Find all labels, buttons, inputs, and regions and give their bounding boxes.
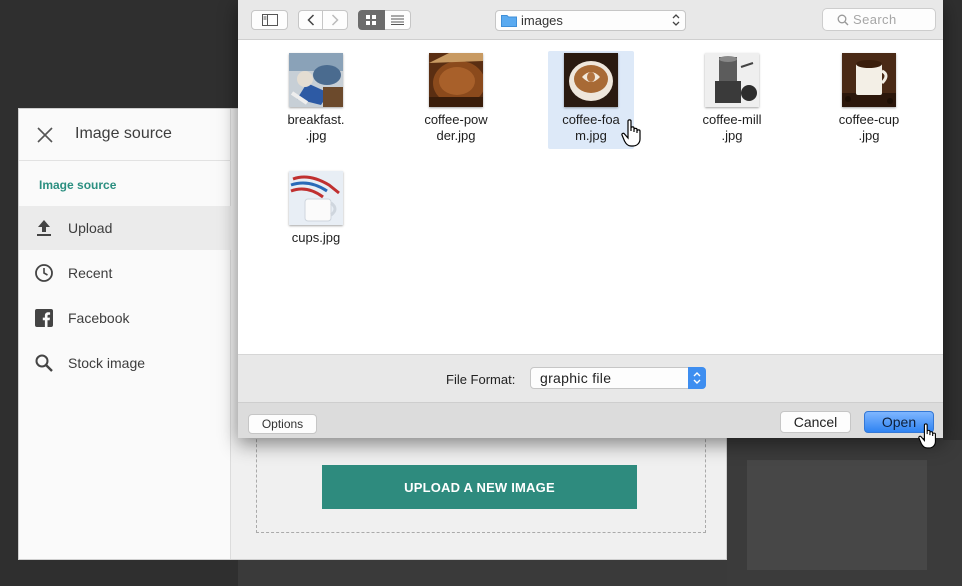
search-icon	[32, 351, 56, 375]
icon-view-button[interactable]	[358, 10, 385, 30]
close-icon[interactable]	[35, 125, 55, 145]
upload-icon	[32, 216, 56, 240]
file-name: coffee-foa m.jpg	[562, 112, 620, 143]
grid-icon	[366, 14, 376, 25]
location-popup[interactable]: images	[495, 10, 686, 31]
dialog-button-bar: Options Cancel Open	[238, 402, 943, 449]
cancel-button[interactable]: Cancel	[780, 411, 851, 433]
file-name: coffee-cup .jpg	[838, 112, 900, 143]
file-open-dialog: images Search breakfast. .jpg coffee-pow d…	[238, 0, 943, 449]
file-name: coffee-mill .jpg	[702, 112, 762, 143]
file-name: coffee-pow der.jpg	[424, 112, 488, 143]
file-thumbnail	[429, 53, 483, 107]
file-thumbnail	[705, 53, 759, 107]
file-thumbnail	[842, 53, 896, 107]
dialog-toolbar: images Search	[238, 0, 943, 40]
image-source-sidebar: Image source Image source Upload Recent …	[19, 109, 231, 559]
sidebar-item-upload[interactable]: Upload	[19, 206, 231, 250]
updown-chevron-icon	[688, 367, 706, 389]
sidebar-item-label: Facebook	[68, 310, 130, 326]
clock-icon	[32, 261, 56, 285]
file-format-bar: File Format: graphic file	[238, 354, 943, 402]
chevron-left-icon	[306, 14, 314, 26]
backdrop-lower	[727, 440, 962, 586]
forward-button[interactable]	[323, 10, 348, 30]
back-button[interactable]	[298, 10, 323, 30]
sidebar-item-recent[interactable]: Recent	[19, 251, 231, 295]
sidebar-toggle-button[interactable]	[251, 10, 288, 30]
file-name: cups.jpg	[291, 230, 341, 245]
file-thumbnail	[289, 53, 343, 107]
location-name: images	[521, 13, 563, 28]
file-format-select[interactable]: graphic file	[530, 367, 706, 389]
panel-title: Image source	[75, 125, 172, 142]
file-item[interactable]: coffee-mill .jpg	[688, 53, 776, 145]
options-button[interactable]: Options	[248, 414, 317, 434]
list-icon	[391, 15, 404, 25]
file-item[interactable]: coffee-cup .jpg	[825, 53, 913, 145]
search-icon	[837, 14, 849, 25]
search-field[interactable]: Search	[822, 8, 936, 31]
list-view-button[interactable]	[385, 10, 411, 30]
search-placeholder: Search	[853, 12, 897, 27]
upload-new-image-button[interactable]: UPLOAD A NEW IMAGE	[322, 465, 637, 509]
sidebar-item-label: Stock image	[68, 355, 146, 371]
file-format-value: graphic file	[540, 370, 612, 386]
updown-chevron-icon	[672, 14, 680, 26]
file-item[interactable]: breakfast. .jpg	[272, 53, 360, 145]
sidebar-item-label: Upload	[68, 220, 113, 236]
file-browser: breakfast. .jpg coffee-pow der.jpg coffee-…	[238, 40, 943, 354]
sidebar-item-label: Recent	[68, 265, 113, 281]
file-name: breakfast. .jpg	[287, 112, 345, 143]
chevron-right-icon	[331, 14, 339, 26]
file-item[interactable]: cups.jpg	[272, 171, 360, 247]
file-item[interactable]: coffee-pow der.jpg	[412, 53, 500, 145]
sidebar-item-stock-image[interactable]: Stock image	[19, 341, 231, 385]
sidebar-toggle-icon	[261, 14, 278, 26]
hand-cursor-icon	[918, 423, 936, 449]
file-thumbnail	[289, 171, 343, 225]
sidebar-item-facebook[interactable]: Facebook	[19, 296, 231, 340]
folder-icon	[501, 15, 517, 27]
file-thumbnail	[564, 53, 618, 107]
file-format-label: File Format:	[446, 372, 516, 387]
panel-header: Image source	[19, 109, 231, 161]
section-label: Image source	[39, 178, 117, 192]
facebook-icon	[32, 306, 56, 330]
hand-cursor-icon	[621, 119, 641, 147]
